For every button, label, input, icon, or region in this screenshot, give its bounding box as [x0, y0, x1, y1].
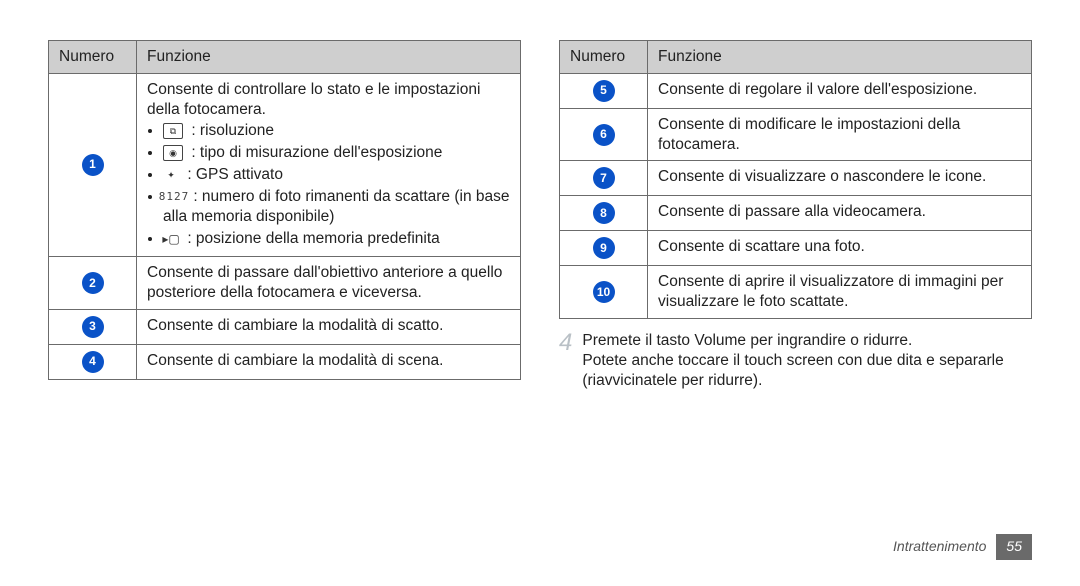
row-function-cell: Consente di scattare una foto.	[648, 231, 1032, 266]
row-function-cell: Consente di visualizzare o nascondere le…	[648, 161, 1032, 196]
bullet-text: : risoluzione	[191, 122, 274, 139]
bullet-count: 8127 : numero di foto rimanenti da scatt…	[163, 187, 510, 227]
row-function-cell: Consente di cambiare la modalità di scen…	[137, 345, 521, 380]
number-badge-7: 7	[593, 167, 615, 189]
number-badge-9: 9	[593, 237, 615, 259]
step-line-1: Premete il tasto Volume per ingrandire o…	[582, 331, 1032, 351]
gps-icon: ✦	[163, 168, 179, 182]
table-right: Numero Funzione 5 Consente di regolare i…	[559, 40, 1032, 319]
step-line-2: Potete anche toccare il touch screen con…	[582, 351, 1032, 391]
table-row: 1 Consente di controllare lo stato e le …	[49, 73, 521, 257]
row-number-cell: 4	[49, 345, 137, 380]
bullet-metering: ◉ : tipo di misurazione dell'esposizione	[163, 143, 510, 163]
number-badge-2: 2	[82, 272, 104, 294]
bullet-text: : posizione della memoria predefinita	[187, 230, 439, 247]
th-funzione: Funzione	[648, 41, 1032, 74]
right-column: Numero Funzione 5 Consente di regolare i…	[559, 40, 1032, 391]
row1-bullets: ⧉ : risoluzione ◉ : tipo di misurazione …	[147, 121, 510, 248]
th-numero: Numero	[49, 41, 137, 74]
table-row: 6 Consente di modificare le impostazioni…	[560, 108, 1032, 161]
table-row: 10 Consente di aprire il visualizzatore …	[560, 266, 1032, 319]
table-left: Numero Funzione 1 Consente di controllar…	[48, 40, 521, 380]
table-row: 3 Consente di cambiare la modalità di sc…	[49, 310, 521, 345]
left-column: Numero Funzione 1 Consente di controllar…	[48, 40, 521, 391]
number-badge-4: 4	[82, 351, 104, 373]
number-badge-1: 1	[82, 154, 104, 176]
table-row: 8 Consente di passare alla videocamera.	[560, 196, 1032, 231]
step-block: 4 Premete il tasto Volume per ingrandire…	[559, 331, 1032, 390]
number-badge-8: 8	[593, 202, 615, 224]
table-row: 7 Consente di visualizzare o nascondere …	[560, 161, 1032, 196]
row-function-cell: Consente di passare dall'obiettivo anter…	[137, 257, 521, 310]
table-row: 5 Consente di regolare il valore dell'es…	[560, 73, 1032, 108]
step-number: 4	[559, 331, 572, 390]
table-row: 4 Consente di cambiare la modalità di sc…	[49, 345, 521, 380]
table-row: 9 Consente di scattare una foto.	[560, 231, 1032, 266]
page-body: Numero Funzione 1 Consente di controllar…	[0, 0, 1080, 409]
row-function-cell: Consente di cambiare la modalità di scat…	[137, 310, 521, 345]
th-numero: Numero	[560, 41, 648, 74]
metering-icon: ◉	[163, 145, 183, 161]
row-function-cell: Consente di modificare le impostazioni d…	[648, 108, 1032, 161]
bullet-text: : GPS attivato	[187, 166, 283, 183]
th-funzione: Funzione	[137, 41, 521, 74]
row-function-cell: Consente di controllare lo stato e le im…	[137, 73, 521, 257]
row-number-cell: 3	[49, 310, 137, 345]
table-header-row: Numero Funzione	[49, 41, 521, 74]
number-badge-5: 5	[593, 80, 615, 102]
table-header-row: Numero Funzione	[560, 41, 1032, 74]
row-number-cell: 1	[49, 73, 137, 257]
counter-icon: 8127	[163, 190, 185, 204]
resolution-icon: ⧉	[163, 123, 183, 139]
bullet-text: : numero di foto rimanenti da scattare (…	[163, 188, 510, 225]
bullet-gps: ✦ : GPS attivato	[163, 165, 510, 185]
number-badge-6: 6	[593, 124, 615, 146]
number-badge-10: 10	[593, 281, 615, 303]
footer-page-number: 55	[996, 534, 1032, 560]
row1-intro: Consente di controllare lo stato e le im…	[147, 80, 510, 120]
row-number-cell: 2	[49, 257, 137, 310]
bullet-resolution: ⧉ : risoluzione	[163, 121, 510, 141]
row-function-cell: Consente di aprire il visualizzatore di …	[648, 266, 1032, 319]
page-footer: Intrattenimento 55	[893, 534, 1032, 560]
footer-section: Intrattenimento	[893, 538, 986, 556]
bullet-text: : tipo di misurazione dell'esposizione	[191, 144, 442, 161]
table-row: 2 Consente di passare dall'obiettivo ant…	[49, 257, 521, 310]
memory-icon: ▸▢	[163, 232, 179, 246]
number-badge-3: 3	[82, 316, 104, 338]
bullet-memory: ▸▢ : posizione della memoria predefinita	[163, 229, 510, 249]
step-text: Premete il tasto Volume per ingrandire o…	[582, 331, 1032, 390]
row-function-cell: Consente di regolare il valore dell'espo…	[648, 73, 1032, 108]
row-function-cell: Consente di passare alla videocamera.	[648, 196, 1032, 231]
